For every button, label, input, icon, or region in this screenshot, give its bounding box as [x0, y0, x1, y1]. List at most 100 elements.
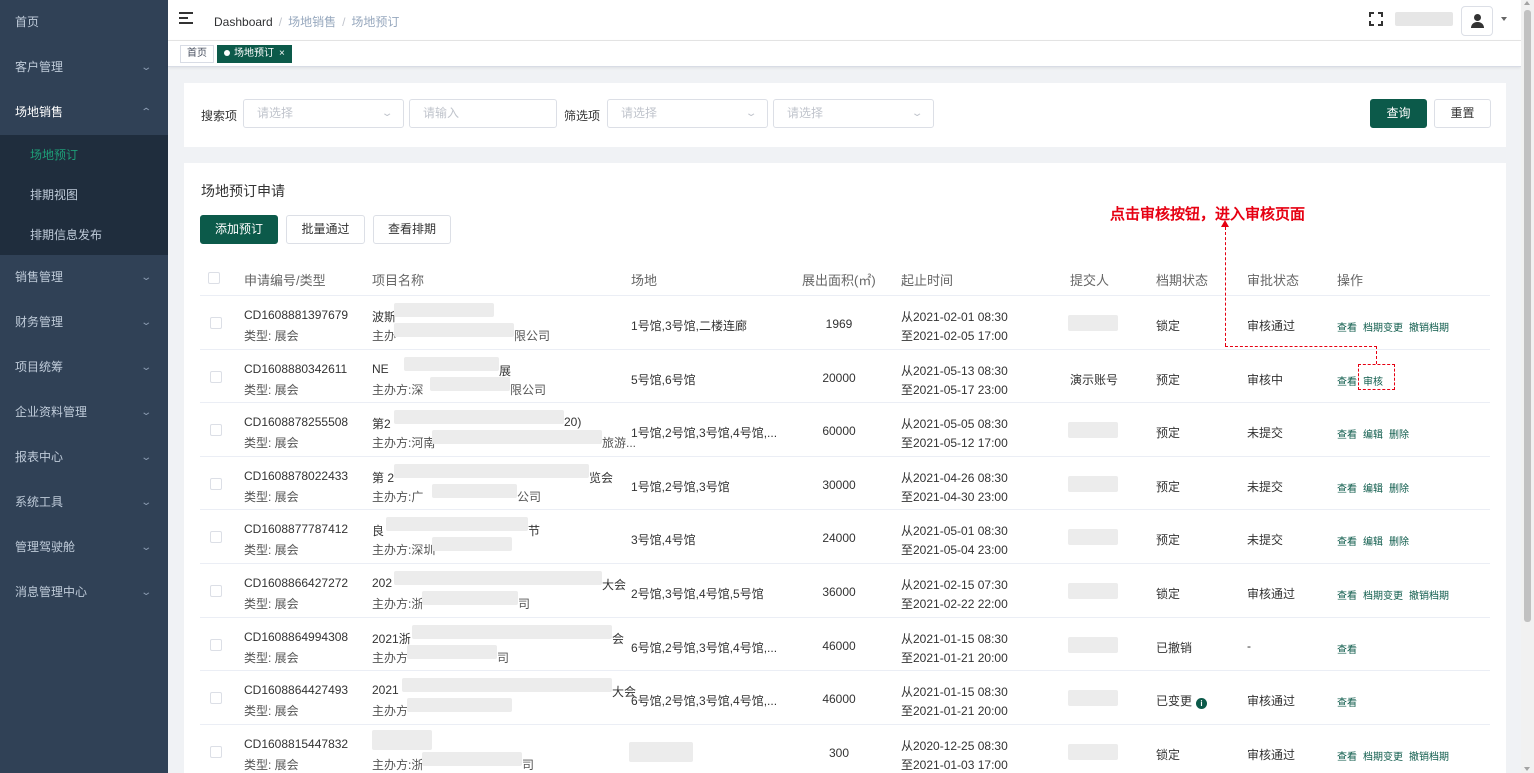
project-name: 第 2 [372, 470, 395, 485]
edit-link[interactable]: 编辑 [1363, 430, 1383, 441]
row-checkbox[interactable] [210, 584, 222, 597]
row-checkbox[interactable] [210, 692, 222, 705]
scroll-down-arrow-icon[interactable] [1524, 767, 1530, 771]
row-checkbox[interactable] [210, 477, 222, 490]
batch-approve-button[interactable]: 批量通过 [286, 215, 365, 244]
fullscreen-icon[interactable] [1369, 12, 1383, 26]
row-checkbox[interactable] [210, 745, 222, 758]
sidebar-item-enterprise[interactable]: 企业资料管理 ⌄ [0, 390, 168, 435]
cancel-schedule-link[interactable]: 撤销档期 [1409, 752, 1449, 763]
scroll-thumb[interactable] [1524, 10, 1531, 622]
organizer-tail: 司 [497, 650, 510, 665]
select-all-checkbox[interactable] [208, 272, 220, 284]
application-number: CD1608877787412 [244, 522, 349, 537]
delete-link[interactable]: 删除 [1389, 537, 1409, 548]
page-scrollbar[interactable] [1521, 0, 1534, 773]
redacted-text [394, 323, 514, 337]
sidebar-item-schedule-view[interactable]: 排期视图 [0, 175, 168, 215]
redacted-text [404, 356, 499, 371]
sidebar-item-cockpit[interactable]: 管理驾驶舱 ⌄ [0, 525, 168, 570]
project-name: 2021 [372, 683, 399, 698]
scroll-up-arrow-icon[interactable] [1524, 1, 1530, 5]
avatar[interactable] [1461, 6, 1493, 36]
cancel-schedule-link[interactable]: 撤销档期 [1409, 591, 1449, 602]
sidebar-item-label: 场地销售 [15, 105, 64, 119]
sidebar-item-system-tools[interactable]: 系统工具 ⌄ [0, 480, 168, 525]
table-row: CD1608880342611 类型: 展会 NE 展主办方:深 限公司 5号馆,6号馆 2… [200, 350, 1490, 404]
redacted-text [407, 698, 512, 713]
view-link[interactable]: 查看 [1337, 537, 1357, 548]
change-schedule-link[interactable]: 档期变更 [1363, 591, 1403, 602]
view-link[interactable]: 查看 [1337, 591, 1357, 602]
organizer: 主办方:广 [372, 489, 424, 504]
user-name-redacted [1395, 12, 1453, 26]
sidebar-item-sales-management[interactable]: 销售管理 ⌄ [0, 255, 168, 300]
search-field-select[interactable]: 请选择 ⌄ [243, 99, 404, 128]
hamburger-icon[interactable] [179, 12, 193, 26]
sidebar-item-finance[interactable]: 财务管理 ⌄ [0, 300, 168, 345]
breadcrumb-item-venue-sales[interactable]: 场地销售 [288, 15, 336, 29]
row-checkbox[interactable] [210, 370, 222, 383]
delete-link[interactable]: 删除 [1389, 484, 1409, 495]
view-link[interactable]: 查看 [1337, 430, 1357, 441]
info-icon[interactable]: i [1196, 698, 1208, 710]
column-header: 申请编号/类型 [244, 273, 326, 288]
schedule-status: 已变更 i [1156, 692, 1208, 710]
sidebar-item-label: 企业资料管理 [15, 405, 88, 419]
redacted-text [432, 537, 512, 552]
project-name-tail: 大会 [602, 577, 627, 592]
sidebar-item-messages[interactable]: 消息管理中心 ⌄ [0, 570, 168, 615]
row-checkbox[interactable] [210, 638, 222, 651]
tag-home[interactable]: 首页 [180, 45, 214, 63]
exhibit-area: 300 [828, 745, 850, 760]
filter-select-1[interactable]: 请选择 ⌄ [607, 99, 768, 128]
sidebar-item-customer[interactable]: 客户管理 ⌄ [0, 45, 168, 90]
sidebar-item-label: 首页 [15, 15, 40, 29]
edit-link[interactable]: 编辑 [1363, 537, 1383, 548]
close-icon[interactable]: × [279, 48, 285, 59]
tag-venue-booking[interactable]: 场地预订 × [217, 45, 292, 63]
redacted-text [1068, 422, 1118, 439]
chevron-down-icon: ⌄ [139, 62, 152, 73]
view-link[interactable]: 查看 [1337, 752, 1357, 763]
change-schedule-link[interactable]: 档期变更 [1363, 323, 1403, 334]
view-link[interactable]: 查看 [1337, 484, 1357, 495]
redacted-text [1068, 582, 1118, 599]
view-link[interactable]: 查看 [1337, 377, 1357, 388]
row-checkbox[interactable] [210, 317, 222, 329]
view-link[interactable]: 查看 [1337, 323, 1357, 334]
redacted-text [1068, 315, 1118, 331]
add-booking-button[interactable]: 添加预订 [200, 215, 278, 244]
sidebar-item-venue-booking[interactable]: 场地预订 [0, 135, 168, 175]
sidebar-item-label: 消息管理中心 [15, 585, 88, 599]
view-schedule-button[interactable]: 查看排期 [373, 215, 451, 244]
organizer-tail: 司 [522, 757, 535, 772]
sidebar-item-schedule-publish[interactable]: 排期信息发布 [0, 215, 168, 255]
column-header: 起止时间 [901, 273, 954, 288]
redacted-text [1068, 475, 1118, 492]
redacted-text [432, 430, 602, 445]
search-input[interactable]: 请输入 [409, 99, 557, 128]
row-checkbox[interactable] [210, 424, 222, 437]
sidebar-item-reports[interactable]: 报表中心 ⌄ [0, 435, 168, 480]
reset-button[interactable]: 重置 [1434, 99, 1491, 128]
application-type: 类型: 展会 [244, 543, 299, 558]
change-schedule-link[interactable]: 档期变更 [1363, 752, 1403, 763]
submitter: 演示账号 [1070, 372, 1119, 387]
filter-select-2[interactable]: 请选择 ⌄ [773, 99, 934, 128]
venue: 1号馆,2号馆,3号馆 [631, 479, 730, 494]
redacted-text [430, 376, 510, 391]
sidebar-item-home[interactable]: 首页 [0, 0, 168, 45]
view-link[interactable]: 查看 [1337, 645, 1357, 656]
sidebar-item-project[interactable]: 项目统筹 ⌄ [0, 345, 168, 390]
breadcrumb-item-dashboard[interactable]: Dashboard [214, 15, 273, 29]
end-time: 至2021-02-05 17:00 [901, 329, 1008, 343]
sidebar-item-venue-sales[interactable]: 场地销售 ⌃ [0, 90, 168, 135]
edit-link[interactable]: 编辑 [1363, 484, 1383, 495]
row-checkbox[interactable] [210, 531, 222, 544]
cancel-schedule-link[interactable]: 撤销档期 [1409, 323, 1449, 334]
caret-down-icon[interactable] [1501, 17, 1507, 21]
view-link[interactable]: 查看 [1337, 698, 1357, 709]
delete-link[interactable]: 删除 [1389, 430, 1409, 441]
query-button[interactable]: 查询 [1370, 99, 1427, 128]
